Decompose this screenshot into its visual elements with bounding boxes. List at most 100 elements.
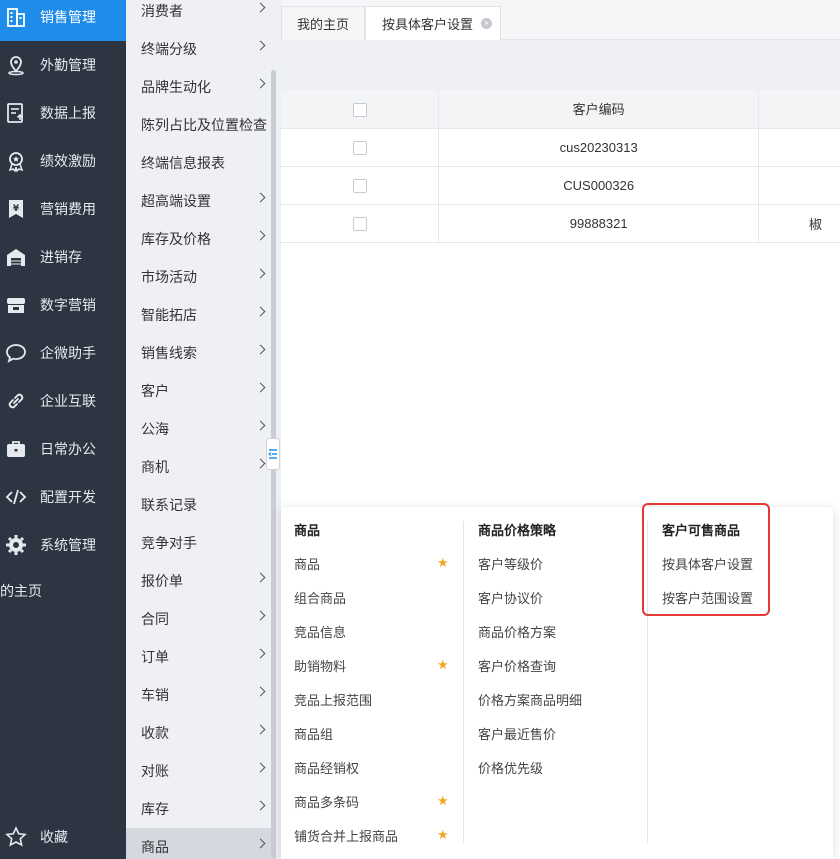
sidebar-item-marketing-cost[interactable]: ¥ 营销费用	[0, 185, 126, 233]
submenu-item[interactable]: 市场活动	[126, 258, 276, 296]
sidebar-item-label: 外勤管理	[40, 57, 96, 73]
sidebar-item-system[interactable]: 系统管理	[0, 521, 126, 569]
select-all-cell[interactable]	[281, 90, 440, 129]
row-checkbox[interactable]	[352, 216, 367, 231]
submenu-item-label: 订单	[141, 649, 169, 665]
favorites-button[interactable]: 收藏	[0, 814, 126, 859]
submenu-item-label: 陈列占比及位置检查	[141, 117, 267, 133]
select-all-checkbox[interactable]	[352, 102, 367, 117]
submenu-item[interactable]: 终端信息报表	[126, 144, 276, 182]
award-icon	[5, 150, 27, 172]
submenu-item[interactable]: 公海	[126, 410, 276, 448]
submenu-item-label: 合同	[141, 611, 169, 627]
submenu-item-label: 车销	[141, 687, 169, 703]
submenu-item-label: 超高端设置	[141, 193, 211, 209]
sidebar-item-dev-config[interactable]: 配置开发	[0, 473, 126, 521]
submenu-item-label: 销售线索	[141, 345, 197, 361]
sidebar-item-wecom[interactable]: 企微助手	[0, 329, 126, 377]
submenu-item[interactable]: 消费者	[126, 0, 276, 30]
sidebar-item-sales[interactable]: 销售管理	[0, 0, 126, 41]
chevron-right-icon	[255, 192, 266, 203]
submenu-item[interactable]: 对账	[126, 752, 276, 790]
flyout-item[interactable]: 客户协议价	[478, 588, 543, 607]
briefcase-icon	[5, 438, 27, 460]
chevron-right-icon	[255, 838, 266, 849]
submenu-item[interactable]: 商机	[126, 448, 276, 486]
product-flyout-menu: 商品 商品 ★ 组合商品 竞品信息 助销物料 ★ 竞品上报范围 商品组 商品经销…	[281, 503, 833, 859]
table-row[interactable]: CUS000326	[281, 166, 840, 205]
submenu-item-label: 商机	[141, 459, 169, 475]
close-icon[interactable]: ×	[481, 18, 493, 29]
submenu-item[interactable]: 车销	[126, 676, 276, 714]
chevron-right-icon	[255, 572, 266, 583]
submenu-item[interactable]: 报价单	[126, 562, 276, 600]
building-icon	[5, 6, 27, 28]
flyout-item[interactable]: 客户等级价	[478, 554, 543, 573]
submenu-item-label: 智能拓店	[141, 307, 197, 323]
flyout-item[interactable]: 铺货合并上报商品	[294, 826, 398, 845]
chevron-right-icon	[255, 686, 266, 697]
chevron-right-icon	[255, 610, 266, 621]
row-checkbox[interactable]	[352, 178, 367, 193]
row-checkbox[interactable]	[352, 140, 367, 155]
submenu-item[interactable]: 超高端设置	[126, 182, 276, 220]
sidebar-item-digital-marketing[interactable]: 数字营销	[0, 281, 126, 329]
flyout-item[interactable]: 竞品信息	[294, 622, 346, 641]
chevron-right-icon	[255, 762, 266, 773]
sidebar-item-performance[interactable]: 绩效激励	[0, 137, 126, 185]
submenu-item-label: 消费者	[141, 3, 183, 19]
flyout-item[interactable]: 组合商品	[294, 588, 346, 607]
table-row[interactable]: cus20230313	[281, 128, 840, 167]
submenu-item[interactable]: 库存及价格	[126, 220, 276, 258]
flyout-item[interactable]: 商品	[294, 554, 320, 573]
collapse-menu-handle[interactable]	[266, 438, 280, 470]
flyout-item[interactable]: 价格优先级	[478, 758, 543, 777]
column-header[interactable]: 客户编码	[438, 90, 760, 129]
sidebar-item-label: 销售管理	[40, 9, 96, 25]
submenu-item-label: 对账	[141, 763, 169, 779]
sidebar-item-data-report[interactable]: 数据上报	[0, 89, 126, 137]
sidebar-item-field[interactable]: 外勤管理	[0, 41, 126, 89]
submenu-item[interactable]: 竞争对手	[126, 524, 276, 562]
flyout-item[interactable]: 商品多条码	[294, 792, 359, 811]
star-icon[interactable]: ★	[437, 657, 449, 673]
chevron-right-icon	[255, 648, 266, 659]
submenu-item[interactable]: 陈列占比及位置检查	[126, 106, 276, 144]
submenu-item[interactable]: 联系记录	[126, 486, 276, 524]
sidebar-item-inventory[interactable]: 进销存	[0, 233, 126, 281]
submenu-item[interactable]: 订单	[126, 638, 276, 676]
submenu-item[interactable]: 客户	[126, 372, 276, 410]
flyout-item[interactable]: 客户最近售价	[478, 724, 556, 743]
column-header[interactable]	[758, 90, 840, 129]
star-icon[interactable]: ★	[437, 793, 449, 809]
table-row[interactable]: 99888321 椒	[281, 204, 840, 243]
submenu-item[interactable]: 合同	[126, 600, 276, 638]
flyout-item[interactable]: 竞品上报范围	[294, 690, 372, 709]
tab-label: 按具体客户设置	[382, 17, 474, 32]
flyout-item[interactable]: 商品价格方案	[478, 622, 556, 641]
submenu-item[interactable]: 收款	[126, 714, 276, 752]
customer-table: 客户编码 cus20230313 CUS000326 99888321 椒	[281, 90, 840, 243]
sidebar-item-office[interactable]: 日常办公	[0, 425, 126, 473]
submenu-item[interactable]: 库存	[126, 790, 276, 828]
tab-bar: 我的主页 按具体客户设置 ×	[281, 0, 840, 40]
tab-customer-setting[interactable]: 按具体客户设置 ×	[365, 6, 501, 40]
home-link-text[interactable]: 的主页	[0, 581, 42, 601]
tab-my-home[interactable]: 我的主页	[281, 6, 365, 40]
flyout-item[interactable]: 助销物料	[294, 656, 346, 675]
star-icon[interactable]: ★	[437, 827, 449, 843]
submenu-item[interactable]: 智能拓店	[126, 296, 276, 334]
sidebar-item-enterprise-link[interactable]: 企业互联	[0, 377, 126, 425]
flyout-item[interactable]: 商品经销权	[294, 758, 359, 777]
submenu-item[interactable]: 终端分级	[126, 30, 276, 68]
submenu-item[interactable]: 销售线索	[126, 334, 276, 372]
submenu-item-product[interactable]: 商品	[126, 828, 276, 859]
submenu-item[interactable]: 品牌生动化	[126, 68, 276, 106]
chevron-right-icon	[255, 458, 266, 469]
sidebar-item-label: 企业互联	[40, 393, 96, 409]
flyout-item[interactable]: 价格方案商品明细	[478, 690, 582, 709]
flyout-item[interactable]: 商品组	[294, 724, 333, 743]
submenu-item-label: 竞争对手	[141, 535, 197, 551]
flyout-item[interactable]: 客户价格查询	[478, 656, 556, 675]
star-icon[interactable]: ★	[437, 555, 449, 571]
